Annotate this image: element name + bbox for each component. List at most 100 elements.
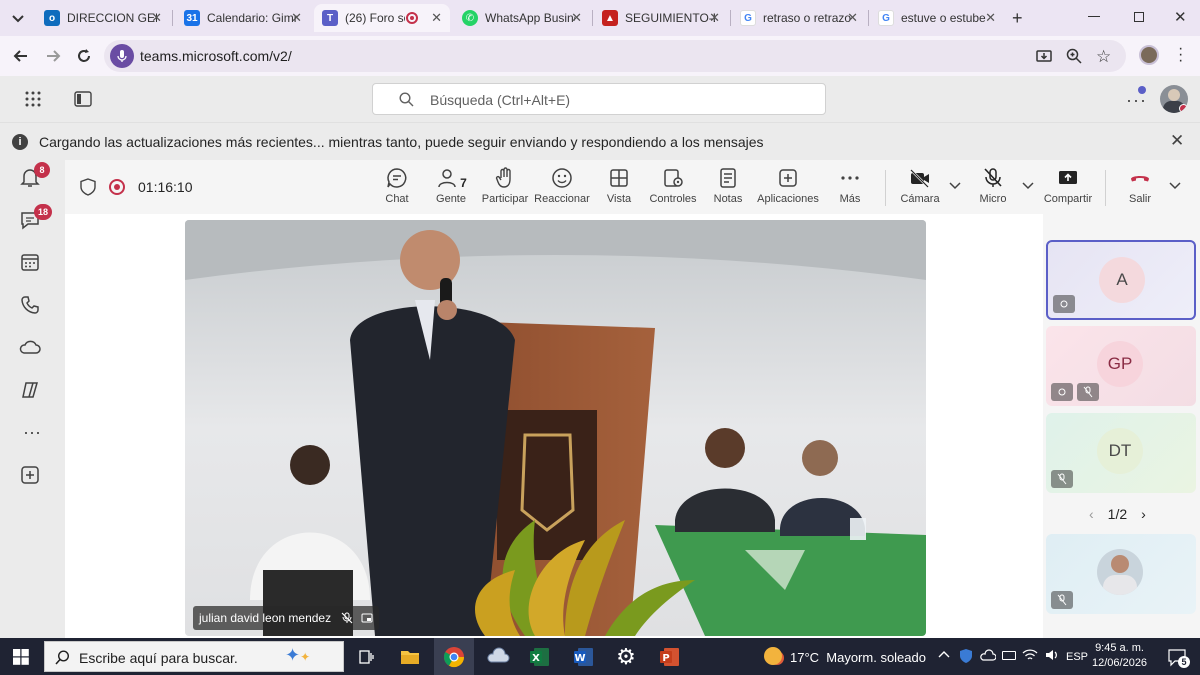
powerpoint-icon[interactable]: P [656, 643, 684, 671]
tab-direccion[interactable]: o DIRECCION GENERAL ✕ [36, 4, 170, 32]
view-button[interactable]: Vista [589, 166, 649, 205]
main-video-feed[interactable]: julian david leon mendez [185, 220, 926, 636]
cloud-app-icon[interactable] [484, 643, 512, 671]
tab-estuve[interactable]: G estuve o estube ✕ [870, 4, 1004, 32]
security-shield-icon[interactable] [958, 648, 974, 664]
camera-options-chevron-icon[interactable] [949, 182, 961, 190]
zoom-icon[interactable] [1066, 48, 1082, 64]
more-horizontal-icon [841, 176, 859, 180]
participant-tile-gp[interactable]: GP [1046, 326, 1196, 406]
windows-start-icon[interactable] [13, 649, 29, 665]
show-hidden-icons-chevron[interactable] [938, 650, 950, 658]
clock-date: 12/06/2026 [1092, 657, 1148, 669]
tab-retraso[interactable]: G retraso o retrazo ✕ [732, 4, 866, 32]
info-icon: i [12, 134, 28, 150]
minimize-window-icon[interactable] [1088, 16, 1100, 17]
volume-icon[interactable] [1044, 648, 1060, 662]
close-tab-icon[interactable]: ✕ [151, 10, 162, 26]
url-text: teams.microsoft.com/v2/ [140, 48, 292, 64]
settings-gear-icon[interactable]: ⚙ [612, 643, 640, 671]
restore-window-icon[interactable] [1134, 12, 1144, 22]
tab-seguimiento[interactable]: ▲ SEGUIMIENTO-EGRESADOS ✕ [594, 4, 728, 32]
address-bar[interactable]: teams.microsoft.com/v2/ ☆ [104, 40, 1126, 72]
close-tab-icon[interactable]: ✕ [431, 10, 442, 26]
camera-button[interactable]: Cámara [890, 166, 950, 205]
more-button[interactable]: Más [820, 166, 880, 205]
task-view-icon[interactable] [352, 643, 380, 671]
raise-hand-button[interactable]: Participar [475, 166, 535, 205]
forward-icon[interactable] [44, 47, 62, 65]
calls-phone-icon[interactable] [18, 293, 46, 321]
react-button[interactable]: Reaccionar [532, 166, 592, 205]
controls-button[interactable]: Controles [643, 166, 703, 205]
notification-center-icon[interactable]: 5 [1166, 646, 1190, 668]
close-tab-icon[interactable]: ✕ [985, 10, 996, 26]
file-explorer-icon[interactable] [396, 643, 424, 671]
user-avatar[interactable] [1160, 85, 1188, 113]
tab-calendario[interactable]: 31 Calendario: Gimnasio ✕ [176, 4, 310, 32]
back-icon[interactable] [12, 47, 30, 65]
close-tab-icon[interactable]: ✕ [571, 10, 582, 26]
share-button[interactable]: Compartir [1038, 166, 1098, 205]
leave-button[interactable]: Salir [1110, 166, 1170, 205]
teams-header: Búsqueda (Ctrl+Alt+E) ··· [0, 76, 1200, 122]
onedrive-tray-icon[interactable] [980, 649, 996, 663]
recording-indicator-icon [109, 179, 125, 195]
speaker-name-tag: julian david leon mendez [193, 606, 380, 630]
meeting-timer: 01:16:10 [138, 179, 193, 195]
notes-button[interactable]: Notas [698, 166, 758, 205]
install-app-icon[interactable] [1036, 48, 1052, 64]
participant-tile-a[interactable]: A [1046, 240, 1196, 320]
taskbar-search-input[interactable]: Escribe aquí para buscar. ✦✦ [44, 641, 344, 672]
people-button[interactable]: 7 Gente [421, 166, 481, 205]
mic-options-chevron-icon[interactable] [1022, 182, 1034, 190]
tab-search-button[interactable] [8, 8, 28, 28]
close-tab-icon[interactable]: ✕ [291, 10, 302, 26]
sidebar-toggle-icon[interactable] [74, 91, 92, 107]
tab-foro[interactable]: T (26) Foro sobre ✕ [314, 4, 450, 32]
chat-button[interactable]: Chat [367, 166, 427, 205]
pager-next-icon[interactable]: › [1141, 506, 1146, 522]
microphone-site-icon[interactable] [110, 44, 134, 68]
update-notification-bar: i Cargando las actualizaciones más recie… [0, 122, 1200, 160]
sparkle-icon: ✦✦ [285, 645, 311, 665]
leave-options-chevron-icon[interactable] [1169, 182, 1181, 190]
recording-icon [406, 12, 418, 24]
participant-tile-photo[interactable] [1046, 534, 1196, 614]
wifi-icon[interactable] [1022, 648, 1038, 662]
emoji-icon [552, 168, 572, 188]
weather-text[interactable]: 17°C Mayorm. soleado [790, 650, 926, 665]
word-icon[interactable]: W [570, 643, 598, 671]
mic-button[interactable]: Micro [963, 166, 1023, 205]
bookmark-star-icon[interactable]: ☆ [1096, 47, 1111, 67]
tab-whatsapp[interactable]: ✆ WhatsApp Business ✕ [454, 4, 590, 32]
chrome-icon[interactable] [434, 638, 474, 675]
close-notice-icon[interactable]: ✕ [1170, 131, 1184, 151]
excel-icon[interactable]: X [526, 643, 554, 671]
input-language[interactable]: ESP [1066, 651, 1088, 663]
add-apps-icon[interactable] [18, 463, 46, 491]
reload-icon[interactable] [75, 47, 93, 65]
close-tab-icon[interactable]: ✕ [847, 10, 858, 26]
participant-tile-dt[interactable]: DT [1046, 413, 1196, 493]
search-input[interactable]: Búsqueda (Ctrl+Alt+E) [372, 83, 826, 115]
activity-bell-icon[interactable]: 8 [18, 162, 50, 193]
profile-avatar[interactable] [1139, 45, 1159, 65]
pager-prev-icon[interactable]: ‹ [1089, 506, 1094, 522]
apps-button[interactable]: Aplicaciones [757, 166, 819, 205]
copilot-icon[interactable] [18, 378, 46, 406]
calendar-rail-icon[interactable] [18, 250, 46, 278]
app-launcher-icon[interactable] [24, 90, 42, 108]
close-window-icon[interactable]: ✕ [1174, 8, 1187, 26]
chat-rail-icon[interactable]: 18 [18, 204, 52, 236]
close-tab-icon[interactable]: ✕ [709, 10, 720, 26]
system-clock[interactable]: 9:45 a. m. 12/06/2026 [1092, 641, 1147, 671]
weather-sun-icon [764, 647, 782, 665]
battery-icon[interactable] [1002, 651, 1016, 660]
more-apps-icon[interactable]: ··· [18, 422, 46, 450]
new-tab-icon[interactable]: + [1012, 8, 1023, 29]
browser-menu-icon[interactable]: · · · [1178, 41, 1183, 69]
onedrive-cloud-icon[interactable] [18, 335, 46, 363]
share-screen-icon [1059, 171, 1077, 184]
svg-text:P: P [662, 653, 669, 664]
